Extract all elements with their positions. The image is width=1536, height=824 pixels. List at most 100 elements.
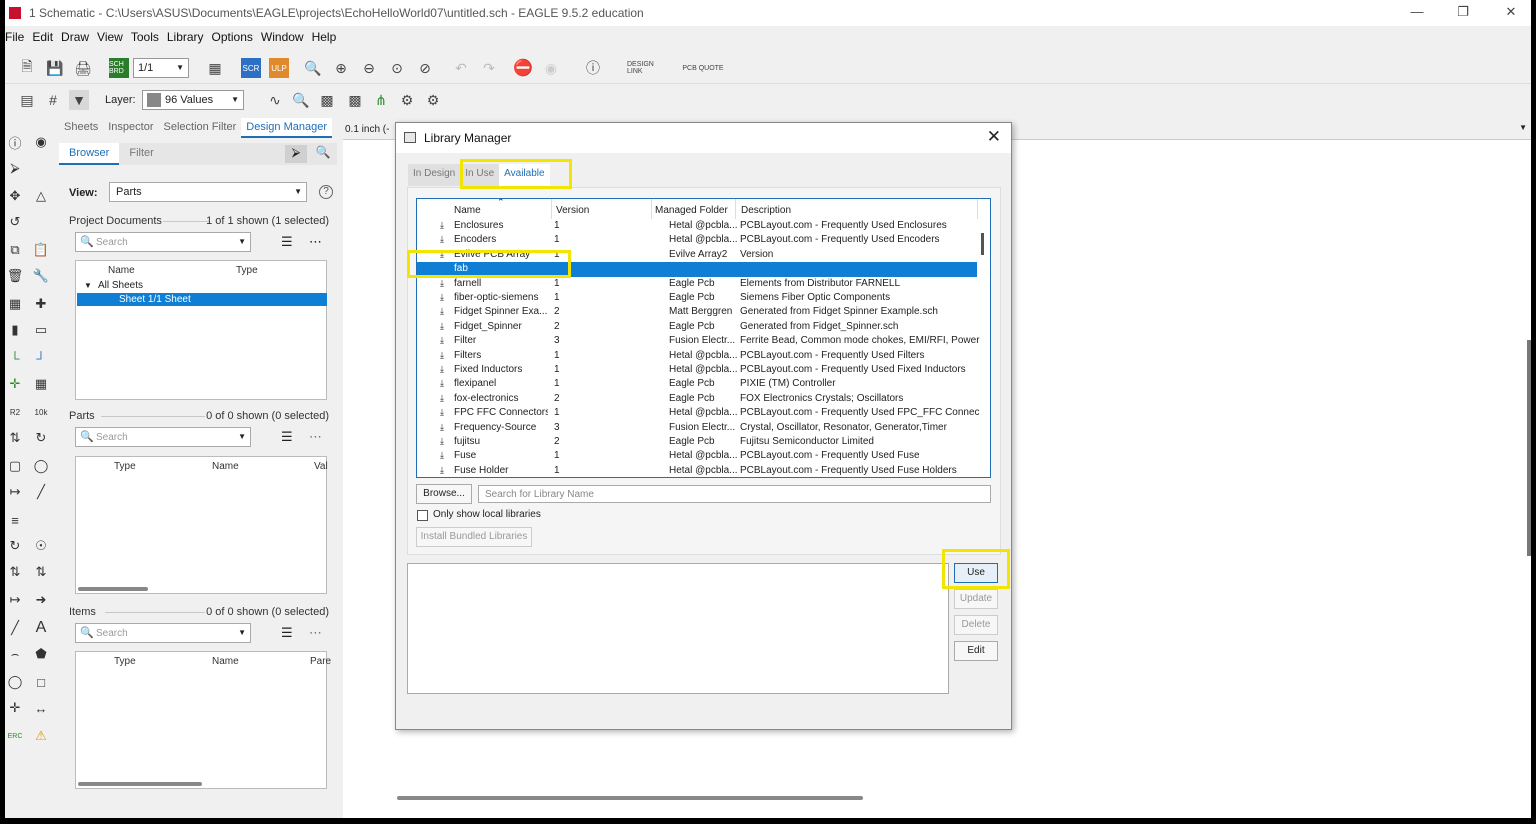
- warning-icon[interactable]: ⚠: [31, 726, 51, 746]
- project-search-input[interactable]: 🔍 Search ▼: [75, 232, 251, 252]
- close-window-button[interactable]: ✕: [1501, 4, 1521, 20]
- redo-icon[interactable]: ↷: [479, 58, 499, 78]
- delete-icon[interactable]: 🗑: [5, 266, 25, 286]
- zoom-out-icon[interactable]: ⊖: [359, 58, 379, 78]
- update-button[interactable]: Update: [954, 589, 998, 609]
- smash-icon[interactable]: ⇅: [5, 428, 25, 448]
- library-row[interactable]: ⤓ Filter 3 Fusion Electr... Ferrite Bead, Co…: [417, 334, 980, 349]
- ulp-icon[interactable]: ULP: [269, 58, 289, 78]
- erc-icon[interactable]: ERC: [5, 726, 25, 746]
- origin-icon[interactable]: ✛: [5, 698, 25, 718]
- text-icon[interactable]: A: [31, 618, 51, 638]
- net-icon[interactable]: └: [5, 348, 25, 368]
- tab-available[interactable]: Available: [499, 164, 550, 186]
- script-icon[interactable]: SCR: [241, 58, 261, 78]
- layer-settings-icon[interactable]: ▤: [17, 90, 37, 110]
- more-icon[interactable]: ⋯: [309, 625, 322, 641]
- menu-tools[interactable]: Tools: [131, 30, 159, 44]
- add-part-icon[interactable]: ⋔: [371, 90, 391, 110]
- optimize-icon[interactable]: ☉: [31, 536, 51, 556]
- menu-library[interactable]: Library: [167, 30, 204, 44]
- layer-select[interactable]: 96 Values ▼: [142, 90, 244, 110]
- library-row[interactable]: ⤓ fiber-optic-siemens 1 Eagle Pcb Siemens Fi…: [417, 291, 977, 306]
- rotate-icon[interactable]: ↺: [5, 212, 25, 232]
- menu-help[interactable]: Help: [312, 30, 337, 44]
- tree-item-selected[interactable]: Sheet 1/1 Sheet: [77, 293, 327, 306]
- save-icon[interactable]: 💾: [45, 58, 65, 78]
- menu-draw[interactable]: Draw: [61, 30, 89, 44]
- value-icon[interactable]: 10k: [31, 402, 51, 422]
- show-icon[interactable]: ◉: [31, 132, 51, 152]
- sheet-select[interactable]: 1/1 ▼: [133, 58, 189, 78]
- column-type[interactable]: Type: [236, 265, 258, 276]
- paste-icon[interactable]: 📋: [31, 240, 51, 260]
- add-icon[interactable]: ✚: [31, 294, 51, 314]
- tab-inspector[interactable]: Inspector: [103, 118, 158, 138]
- route-icon[interactable]: ↻: [5, 536, 25, 556]
- miter-icon[interactable]: ╱: [31, 482, 51, 502]
- group-icon[interactable]: ▩: [317, 90, 337, 110]
- copy-icon[interactable]: ⧉: [5, 240, 25, 260]
- change-icon[interactable]: ↻: [31, 428, 51, 448]
- tab-browser[interactable]: Browser: [59, 143, 120, 165]
- column-name[interactable]: Name: [108, 265, 135, 276]
- stop-icon[interactable]: ⛔: [513, 58, 533, 78]
- undo-icon[interactable]: ↶: [451, 58, 471, 78]
- column-name[interactable]: Name: [454, 205, 481, 216]
- menu-view[interactable]: View: [97, 30, 123, 44]
- minimize-button[interactable]: —: [1407, 4, 1427, 20]
- edit-button[interactable]: Edit: [954, 641, 998, 661]
- go-icon[interactable]: ◉: [541, 58, 561, 78]
- attribute-icon[interactable]: ▢: [5, 456, 25, 476]
- design-link-button[interactable]: DESIGN LINK: [627, 58, 671, 78]
- canvas-horizontal-scrollbar[interactable]: [397, 796, 863, 800]
- tree-root-all-sheets[interactable]: All Sheets: [98, 280, 143, 291]
- mirror-icon[interactable]: △: [31, 186, 51, 206]
- column-value[interactable]: Val: [314, 461, 328, 472]
- install-bundled-button[interactable]: Install Bundled Libraries: [416, 527, 532, 547]
- polygon-icon[interactable]: ⬟: [31, 644, 51, 664]
- column-managed-folder[interactable]: Managed Folder: [655, 205, 728, 216]
- restore-button[interactable]: ❐: [1453, 4, 1473, 20]
- column-parent[interactable]: Pare: [310, 656, 331, 667]
- label-icon[interactable]: ▦: [31, 374, 51, 394]
- browse-button[interactable]: Browse...: [416, 484, 472, 504]
- menu-window[interactable]: Window: [261, 30, 304, 44]
- library-row[interactable]: ⤓ FPC FFC Connectors 1 Hetal @pcbla... PCBLa…: [417, 406, 980, 421]
- library-row[interactable]: ⤓ Encoders 1 Hetal @pcbla... PCBLayout.com -…: [417, 233, 977, 248]
- items-search-input[interactable]: 🔍 Search ▼: [75, 623, 251, 643]
- menu-options[interactable]: Options: [212, 30, 253, 44]
- library-row[interactable]: ⤓ Fuse 1 Hetal @pcbla... PCBLayout.com - Fre…: [417, 449, 977, 464]
- junction-icon[interactable]: ✛: [5, 374, 25, 394]
- library-row[interactable]: ⤓ Enclosures 1 Hetal @pcbla... PCBLayout.com…: [417, 219, 977, 234]
- cam-icon[interactable]: ▦: [205, 58, 225, 78]
- arc-icon[interactable]: ⌢: [5, 644, 25, 664]
- library-row[interactable]: ⤓ fox-electronics 2 Eagle Pcb FOX Electronic…: [417, 392, 977, 407]
- copy-group-icon[interactable]: ▩: [345, 90, 365, 110]
- wire-style-icon[interactable]: ∿: [265, 90, 285, 110]
- replace-icon[interactable]: ▦: [5, 294, 25, 314]
- library-row[interactable]: ⤓ Fidget Spinner Exa... 2 Matt Berggren Gene…: [417, 305, 977, 320]
- close-icon[interactable]: ✕: [987, 127, 1001, 147]
- canvas-vertical-scrollbar[interactable]: [1527, 340, 1531, 556]
- library-row[interactable]: ⤓ Fuse Holder 1 Hetal @pcbla... PCBLayout.co…: [417, 464, 977, 477]
- tab-selection-filter[interactable]: Selection Filter: [159, 118, 242, 138]
- wrench-icon[interactable]: 🔧: [31, 266, 51, 286]
- split-icon[interactable]: ↦: [5, 482, 25, 502]
- zoom-last-icon[interactable]: ⊘: [415, 58, 435, 78]
- list-view-icon[interactable]: ☰: [281, 625, 293, 641]
- library-row[interactable]: ⤓ flexipanel 1 Eagle Pcb PIXIE (TM) Controll…: [417, 377, 977, 392]
- menu-file[interactable]: File: [5, 30, 24, 44]
- dimension-icon[interactable]: ↔: [31, 698, 51, 718]
- library-row[interactable]: ⤓ farnell 1 Eagle Pcb Elements from Distribu…: [417, 277, 977, 292]
- rectangle-icon[interactable]: □: [31, 672, 51, 692]
- tab-filter[interactable]: Filter: [119, 143, 163, 165]
- pointer-icon[interactable]: ⮚: [285, 145, 307, 163]
- new-file-icon[interactable]: 🗎: [17, 58, 37, 78]
- library-row[interactable]: ⤓ Filters 1 Hetal @pcbla... PCBLayout.com - …: [417, 349, 977, 364]
- zoom-icon[interactable]: 🔍: [313, 145, 333, 163]
- menu-edit[interactable]: Edit: [32, 30, 53, 44]
- library-search-input[interactable]: Search for Library Name: [478, 485, 991, 503]
- column-name[interactable]: Name: [212, 656, 239, 667]
- gate-swap-icon[interactable]: ▮: [5, 320, 25, 340]
